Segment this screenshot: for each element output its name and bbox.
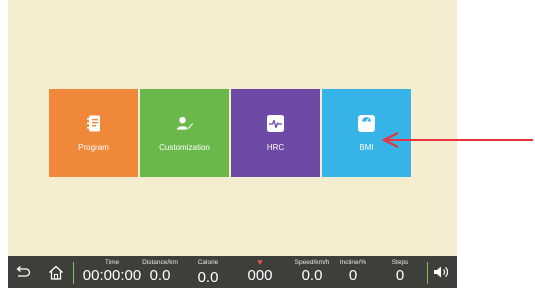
steps-metric: Steps 0: [392, 258, 409, 285]
heart-rate-metric: ♥ 000: [247, 258, 272, 285]
home-icon[interactable]: [46, 263, 66, 281]
incline-value: 0: [348, 267, 358, 284]
steps-value: 0: [395, 267, 405, 284]
distance-value: 0.0: [149, 267, 171, 284]
calorie-label: Calorie: [197, 259, 219, 266]
right-divider: [427, 262, 428, 284]
menu-tiles: Program Customization HRC BMI: [49, 89, 411, 177]
bmi-label: BMI: [359, 142, 374, 152]
time-metric: Time 00:00:00: [83, 258, 141, 285]
distance-metric: Distance/km 0.0: [142, 258, 178, 285]
hrc-tile[interactable]: HRC: [231, 89, 320, 177]
user-edit-icon: [176, 115, 194, 133]
time-label: Time: [104, 259, 120, 266]
time-value: 00:00:00: [82, 267, 142, 284]
scale-icon: [358, 115, 376, 133]
program-label: Program: [78, 142, 109, 152]
back-icon[interactable]: [13, 263, 33, 281]
bottom-status-bar: Time 00:00:00 Distance/km 0.0 Calorie 0.…: [8, 256, 457, 288]
notebook-icon: [85, 115, 103, 133]
calorie-metric: Calorie 0.0: [198, 258, 219, 287]
program-tile[interactable]: Program: [49, 89, 138, 177]
left-divider: [73, 262, 74, 284]
annotation-arrow-icon: [381, 132, 533, 148]
speed-metric: Speed/km/h 0.0: [295, 258, 330, 285]
heart-rate-value: 000: [247, 267, 273, 284]
volume-icon[interactable]: [432, 263, 452, 281]
incline-label: Incline/%: [339, 259, 367, 266]
speed-label: Speed/km/h: [294, 259, 330, 266]
incline-metric: Incline/% 0: [340, 258, 366, 285]
calorie-value: 0.0: [197, 269, 219, 286]
speed-value: 0.0: [301, 267, 323, 284]
customization-tile[interactable]: Customization: [140, 89, 229, 177]
steps-label: Steps: [391, 259, 409, 266]
heart-icon: ♥: [257, 257, 263, 267]
customization-label: Customization: [159, 142, 210, 152]
distance-label: Distance/km: [142, 259, 178, 266]
heart-pulse-icon: [267, 115, 285, 133]
hrc-label: HRC: [266, 142, 285, 152]
